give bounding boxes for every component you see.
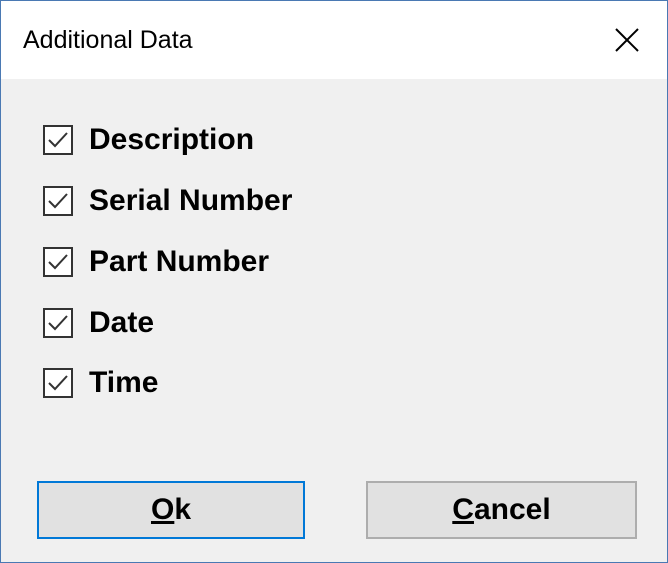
dialog-window: Additional Data Description Serial Numbe… <box>0 0 668 563</box>
part-number-checkbox[interactable] <box>43 247 73 277</box>
window-title: Additional Data <box>23 26 193 54</box>
close-button[interactable] <box>597 1 667 79</box>
option-serial-number[interactable]: Serial Number <box>43 182 363 222</box>
cancel-mnemonic: C <box>452 493 474 526</box>
date-label: Date <box>89 306 155 339</box>
close-icon <box>615 28 639 52</box>
ok-label-rest: k <box>174 493 192 526</box>
part-number-label: Part Number <box>89 245 270 278</box>
date-checkbox[interactable] <box>43 308 73 338</box>
serial-number-checkbox[interactable] <box>43 186 73 216</box>
time-label: Time <box>89 366 159 399</box>
check-icon <box>48 132 68 148</box>
cancel-label-rest: ancel <box>473 493 551 526</box>
description-checkbox[interactable] <box>43 125 73 155</box>
option-time[interactable]: Time <box>43 364 363 404</box>
check-icon <box>48 254 68 270</box>
option-date[interactable]: Date <box>43 304 363 344</box>
cancel-button[interactable]: Cancel <box>366 481 637 539</box>
description-label: Description <box>89 123 255 156</box>
option-part-number[interactable]: Part Number <box>43 243 363 283</box>
check-icon <box>48 375 68 391</box>
check-icon <box>48 315 68 331</box>
serial-number-label: Serial Number <box>89 184 293 217</box>
ok-button[interactable]: Ok <box>37 481 305 539</box>
option-description[interactable]: Description <box>43 121 363 161</box>
check-icon <box>48 193 68 209</box>
time-checkbox[interactable] <box>43 368 73 398</box>
ok-mnemonic: O <box>150 493 175 526</box>
title-bar: Additional Data <box>1 1 667 79</box>
